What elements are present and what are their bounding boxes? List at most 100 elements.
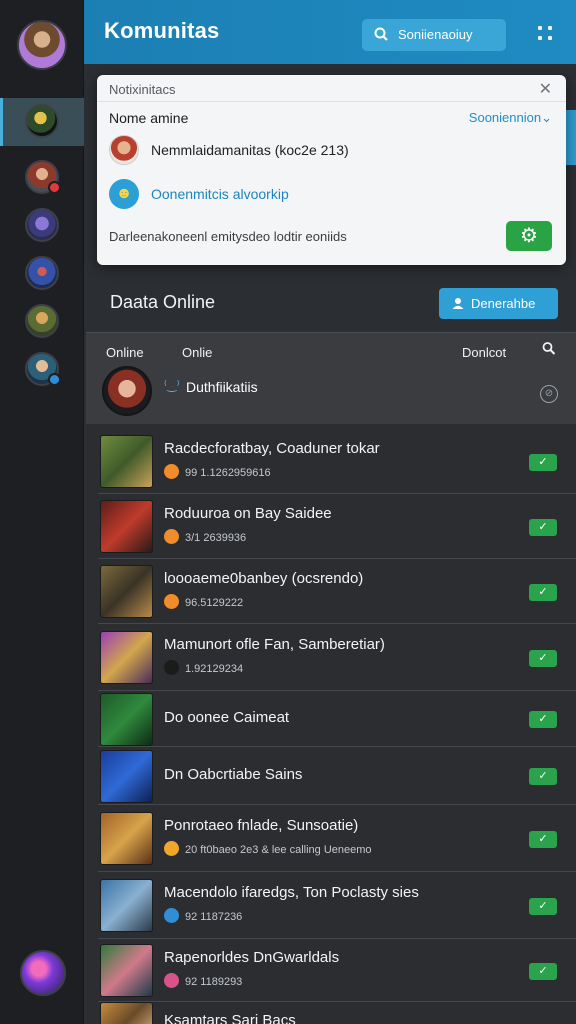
game-title[interactable]: Do oonee Caimeat (164, 709, 289, 726)
check-icon[interactable]: ✓ (529, 454, 557, 471)
notification-label: Nome amine (109, 110, 189, 126)
reaction-icon (164, 660, 179, 675)
game-meta: 3/1 2639936 (164, 529, 246, 544)
table-row[interactable]: Rapenorldes DnGwarldals 92 1189293 ✓ (98, 939, 576, 1002)
table-row[interactable]: Ksamtars Sari Bacs (98, 1002, 576, 1024)
game-thumbnail[interactable] (100, 631, 153, 684)
section-action-button[interactable]: Denerahbe (439, 288, 558, 319)
column-header[interactable]: Donlcot (462, 345, 506, 360)
section-button-label: Denerahbe (471, 296, 536, 311)
reaction-icon (164, 908, 179, 923)
smiley-icon: ☻ (109, 179, 139, 209)
featured-user-avatar[interactable] (102, 366, 152, 416)
game-meta: 96.5129222 (164, 594, 243, 609)
dropdown-value: Sooniennion (468, 110, 542, 125)
reaction-icon (164, 973, 179, 988)
game-title[interactable]: loooaeme0banbey (ocsrendo) (164, 570, 363, 587)
game-title[interactable]: Roduuroa on Bay Saidee (164, 505, 332, 522)
reaction-icon (164, 529, 179, 544)
search-icon (374, 19, 388, 51)
close-icon[interactable]: ✕ (539, 79, 552, 99)
game-title[interactable]: Macendolo ifaredgs, Ton Poclasty sies (164, 884, 419, 901)
game-list: Racdecforatbay, Coaduner tokar 99 1.12629… (86, 424, 576, 1024)
notification-footer-text: Darleenakoneenl emitysdeo lodtir eoniids (109, 229, 347, 244)
table-row[interactable]: Macendolo ifaredgs, Ton Poclasty sies 92 … (98, 872, 576, 939)
game-title[interactable]: Ksamtars Sari Bacs (164, 1012, 296, 1024)
game-meta-text: 99 1.1262959616 (185, 467, 271, 479)
check-icon[interactable]: ✓ (529, 768, 557, 785)
search-button[interactable]: Soniienaoiuy (362, 19, 506, 51)
game-thumbnail[interactable] (100, 565, 153, 618)
game-meta-text: 3/1 2639936 (185, 532, 247, 544)
check-icon[interactable]: ✓ (529, 831, 557, 848)
check-icon[interactable]: ✓ (529, 963, 557, 980)
rail-community-icon-2[interactable] (25, 160, 61, 194)
list-header: Online Onlie Donlcot ⁽‿⁾ Duthfiikatiis ⊘ (86, 332, 576, 424)
notification-link[interactable]: Oonenmitcis alvoorkip (151, 186, 289, 202)
game-title[interactable]: Dn Oabcrtiabe Sains (164, 766, 302, 783)
table-row[interactable]: Do oonee Caimeat ✓ (98, 691, 576, 747)
column-header[interactable]: Onlie (182, 345, 212, 360)
table-row[interactable]: Racdecforatbay, Coaduner tokar 99 1.12629… (98, 429, 576, 494)
game-meta: 92 1189293 (164, 973, 242, 988)
table-row[interactable]: Mamunort ofle Fan, Samberetiar) 1.9212923… (98, 624, 576, 691)
reaction-icon (164, 594, 179, 609)
chevron-down-icon: ⌄ (541, 110, 552, 125)
game-meta-text: 92 1189293 (185, 976, 243, 988)
rail-community-icon-1[interactable] (25, 104, 59, 138)
notification-dropdown[interactable]: Sooniennion⌄ (469, 110, 552, 126)
search-button-label: Soniienaoiuy (398, 27, 473, 42)
game-thumbnail[interactable] (100, 944, 153, 997)
table-row[interactable]: Ponrotaeo fnlade, Sunsoatie) 20 ft0baeo 2… (98, 805, 576, 872)
game-thumbnail[interactable] (100, 693, 153, 746)
game-meta-text: 1.92129234 (185, 663, 244, 675)
notification-badge (48, 181, 61, 194)
notification-item[interactable]: Nemmlaidamanitas (koc2e 213) (151, 142, 349, 158)
status-icon[interactable]: ⊘ (540, 385, 558, 403)
table-row[interactable]: Dn Oabcrtiabe Sains ✓ (98, 747, 576, 805)
avatar (109, 135, 139, 165)
section-title: Daata Online (110, 292, 216, 312)
reaction-icon (164, 841, 179, 856)
table-row[interactable]: loooaeme0banbey (ocsrendo) 96.5129222 ✓ (98, 559, 576, 624)
notification-panel: Notixinitacs ✕ Nome amine Sooniennion⌄ N… (97, 75, 566, 265)
profile-avatar[interactable] (17, 20, 67, 70)
column-header[interactable]: Online (106, 345, 144, 360)
check-icon[interactable]: ✓ (529, 898, 557, 915)
status-badge (48, 373, 61, 386)
left-rail (0, 0, 84, 1024)
search-icon[interactable] (542, 341, 556, 361)
notification-title: Notixinitacs (109, 82, 176, 97)
game-title[interactable]: Mamunort ofle Fan, Samberetiar) (164, 636, 385, 653)
game-meta: 1.92129234 (164, 660, 243, 675)
game-thumbnail[interactable] (100, 750, 153, 803)
game-title[interactable]: Racdecforatbay, Coaduner tokar (164, 440, 380, 457)
game-thumbnail[interactable] (100, 435, 153, 488)
divider (97, 101, 566, 102)
check-icon[interactable]: ✓ (529, 519, 557, 536)
game-thumbnail[interactable] (100, 812, 153, 865)
rail-bottom-app-icon[interactable] (20, 950, 66, 996)
game-meta: 92 1187236 (164, 908, 242, 923)
game-meta-text: 20 ft0baeo 2e3 & lee calling Ueneemo (185, 844, 372, 856)
game-thumbnail[interactable] (100, 879, 153, 932)
game-meta: 99 1.1262959616 (164, 464, 271, 479)
game-title[interactable]: Rapenorldes DnGwarldals (164, 949, 339, 966)
featured-user-name[interactable]: Duthfiikatiis (186, 379, 258, 395)
check-icon[interactable]: ✓ (529, 650, 557, 667)
grid-icon[interactable] (536, 24, 556, 44)
game-title[interactable]: Ponrotaeo fnlade, Sunsoatie) (164, 817, 358, 834)
user-icon (452, 288, 464, 319)
rail-community-icon-5[interactable] (25, 304, 59, 338)
check-icon[interactable]: ✓ (529, 584, 557, 601)
rail-community-icon-6[interactable] (25, 352, 61, 386)
rail-community-icon-3[interactable] (25, 208, 59, 242)
gear-icon: ⚙ (520, 225, 538, 247)
game-meta-text: 92 1187236 (185, 911, 243, 923)
table-row[interactable]: Roduuroa on Bay Saidee 3/1 2639936 ✓ (98, 494, 576, 559)
rail-community-icon-4[interactable] (25, 256, 59, 290)
game-thumbnail[interactable] (100, 1002, 153, 1024)
check-icon[interactable]: ✓ (529, 711, 557, 728)
game-thumbnail[interactable] (100, 500, 153, 553)
settings-button[interactable]: ⚙ (506, 221, 552, 251)
